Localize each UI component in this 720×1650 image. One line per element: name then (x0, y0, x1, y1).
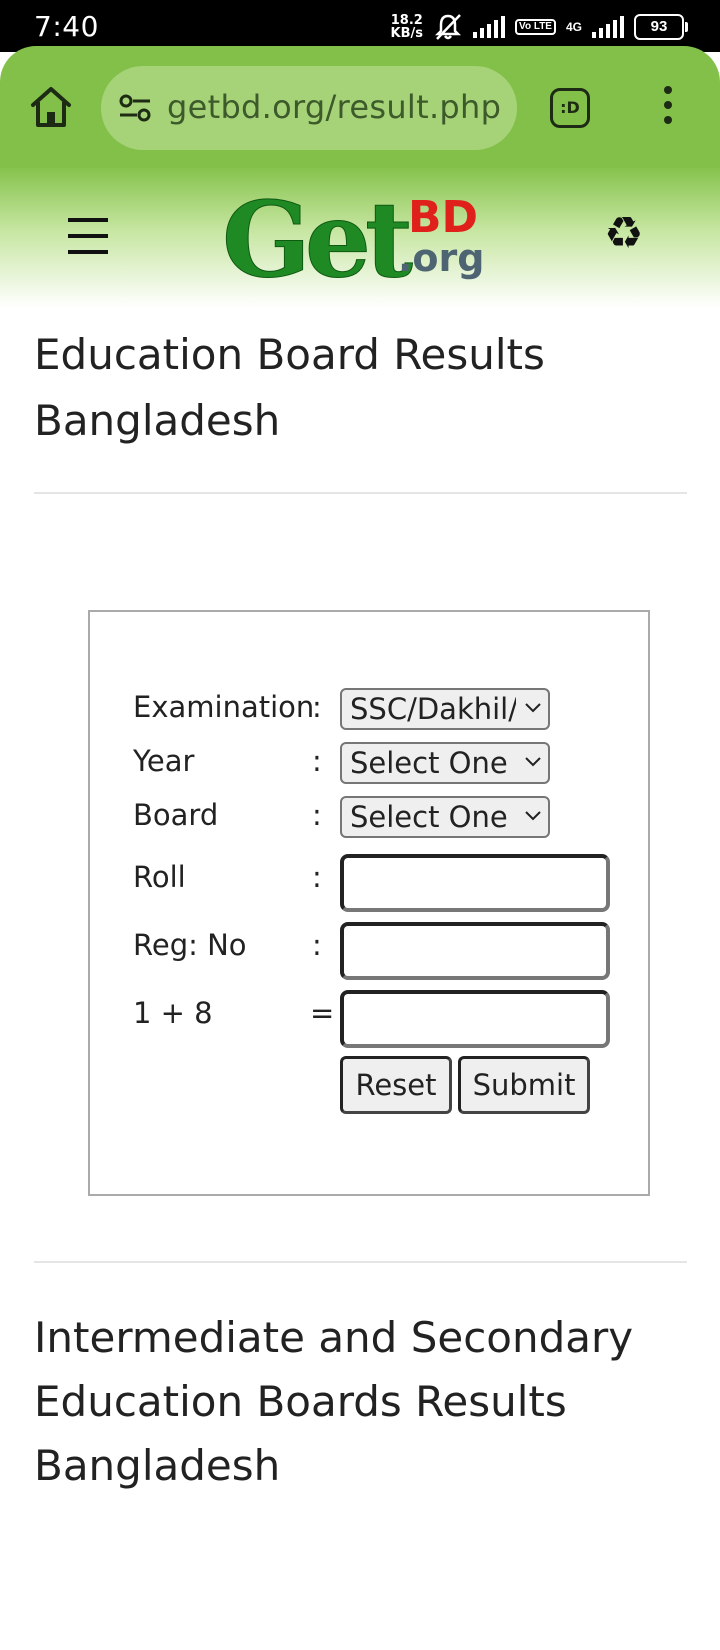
year-select[interactable]: Select One (340, 742, 550, 784)
reset-button[interactable]: Reset (340, 1056, 452, 1114)
examination-select[interactable]: SSC/Dakhil/ (340, 688, 550, 730)
logo-get: Get (221, 178, 413, 302)
network-type: 4G (565, 20, 582, 34)
result-form: Examination : SSC/Dakhil/ Year : Select … (88, 610, 650, 1196)
year-value: Select One (350, 746, 508, 780)
board-select[interactable]: Select One (340, 796, 550, 838)
board-colon: : (312, 798, 322, 832)
submit-button[interactable]: Submit (458, 1056, 590, 1114)
examination-colon: : (312, 690, 322, 724)
hamburger-menu-icon[interactable] (68, 218, 108, 254)
status-icons: 18.2 KB/s Vo LTE 4G 93 (390, 12, 688, 42)
divider (34, 1261, 687, 1263)
roll-label: Roll (133, 860, 186, 894)
board-label: Board (133, 798, 219, 832)
chevron-down-icon (525, 703, 541, 713)
recycle-icon[interactable]: ♻ (604, 212, 643, 256)
address-bar[interactable]: getbd.org/result.php (101, 66, 517, 150)
captcha-label: 1 + 8 (133, 996, 213, 1030)
year-label: Year (133, 744, 195, 778)
chevron-down-icon (525, 757, 541, 767)
logo-org: .org (398, 236, 485, 280)
more-menu-icon[interactable] (656, 86, 680, 126)
home-icon[interactable] (28, 84, 74, 130)
roll-colon: : (312, 860, 322, 894)
site-logo[interactable]: Get BD .org (221, 178, 492, 302)
reg-no-input[interactable] (340, 922, 610, 980)
site-settings-icon[interactable] (117, 90, 153, 126)
net-speed: 18.2 KB/s (390, 13, 424, 41)
battery-icon: 93 (634, 14, 688, 40)
board-value: Select One (350, 800, 508, 834)
volte-badge: Vo LTE (515, 19, 556, 35)
reg-no-label: Reg: No (133, 928, 247, 962)
browser-toolbar: getbd.org/result.php :D (0, 46, 720, 168)
reg-no-colon: : (312, 928, 322, 962)
url-text: getbd.org/result.php (167, 88, 502, 126)
divider (34, 492, 687, 494)
chevron-down-icon (525, 811, 541, 821)
section-title: Intermediate and Secondary Education Boa… (34, 1313, 634, 1490)
examination-label: Examination (133, 690, 315, 724)
captcha-equals: = (310, 996, 335, 1030)
signal-icon (473, 16, 506, 38)
examination-value: SSC/Dakhil/ (350, 692, 516, 726)
signal-icon-2 (592, 16, 624, 38)
status-time: 7:40 (34, 10, 99, 43)
mute-bell-icon (434, 14, 462, 40)
captcha-input[interactable] (340, 990, 610, 1048)
page-title: Education Board Results Bangladesh (34, 330, 545, 445)
tab-switcher-button[interactable]: :D (550, 88, 590, 128)
site-header: Get BD .org ♻ (0, 168, 720, 308)
status-bar: 7:40 18.2 KB/s Vo LTE 4G 93 (0, 0, 720, 52)
year-colon: : (312, 744, 322, 778)
roll-input[interactable] (340, 854, 610, 912)
